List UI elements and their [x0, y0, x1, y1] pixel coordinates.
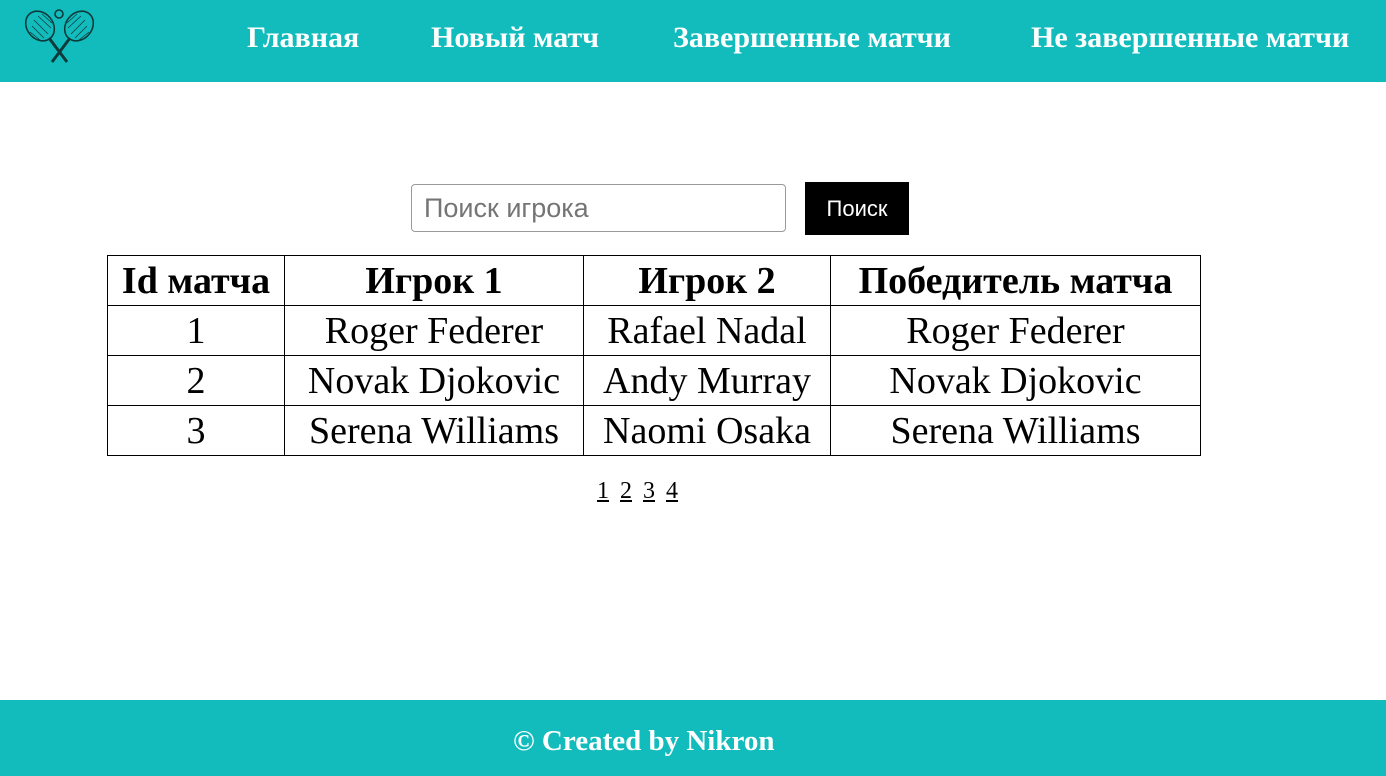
- page-link-2[interactable]: 2: [620, 478, 632, 504]
- page-link-1[interactable]: 1: [597, 478, 609, 504]
- cell-winner: Novak Djokovic: [830, 355, 1201, 406]
- column-header-winner: Победитель матча: [830, 255, 1201, 306]
- nav-new-match[interactable]: Новый матч: [431, 20, 599, 56]
- cell-player-2: Naomi Osaka: [583, 405, 831, 456]
- nav-home[interactable]: Главная: [247, 20, 359, 56]
- table-row: 3 Serena Williams Naomi Osaka Serena Wil…: [107, 405, 1201, 456]
- cell-match-id: 3: [107, 405, 285, 456]
- column-header-match-id: Id матча: [107, 255, 285, 306]
- header-bar: Главная Новый матч Завершенные матчи Не …: [0, 0, 1386, 82]
- cell-player-1: Novak Djokovic: [284, 355, 584, 406]
- search-button[interactable]: Поиск: [805, 182, 909, 235]
- column-header-player-2: Игрок 2: [583, 255, 831, 306]
- nav-unfinished-matches[interactable]: Не завершенные матчи: [1031, 20, 1349, 56]
- nav-finished-matches[interactable]: Завершенные матчи: [673, 20, 951, 56]
- cell-match-id: 1: [107, 305, 285, 356]
- cell-player-1: Roger Federer: [284, 305, 584, 356]
- column-header-player-1: Игрок 1: [284, 255, 584, 306]
- table-row: 2 Novak Djokovic Andy Murray Novak Djoko…: [107, 355, 1201, 406]
- table-header-row: Id матча Игрок 1 Игрок 2 Победитель матч…: [107, 255, 1201, 306]
- cell-player-1: Serena Williams: [284, 405, 584, 456]
- cell-player-2: Rafael Nadal: [583, 305, 831, 356]
- cell-winner: Roger Federer: [830, 305, 1201, 356]
- footer-bar: © Created by Nikron: [0, 700, 1386, 776]
- page-link-3[interactable]: 3: [643, 478, 655, 504]
- cell-match-id: 2: [107, 355, 285, 406]
- page-link-4[interactable]: 4: [666, 478, 678, 504]
- table-row: 1 Roger Federer Rafael Nadal Roger Feder…: [107, 305, 1201, 356]
- search-player-input[interactable]: [411, 184, 786, 232]
- tennis-rackets-icon[interactable]: [18, 6, 100, 68]
- pagination: 1234: [597, 478, 689, 505]
- matches-table: Id матча Игрок 1 Игрок 2 Победитель матч…: [107, 255, 1201, 456]
- cell-winner: Serena Williams: [830, 405, 1201, 456]
- cell-player-2: Andy Murray: [583, 355, 831, 406]
- footer-credit: © Created by Nikron: [513, 725, 775, 757]
